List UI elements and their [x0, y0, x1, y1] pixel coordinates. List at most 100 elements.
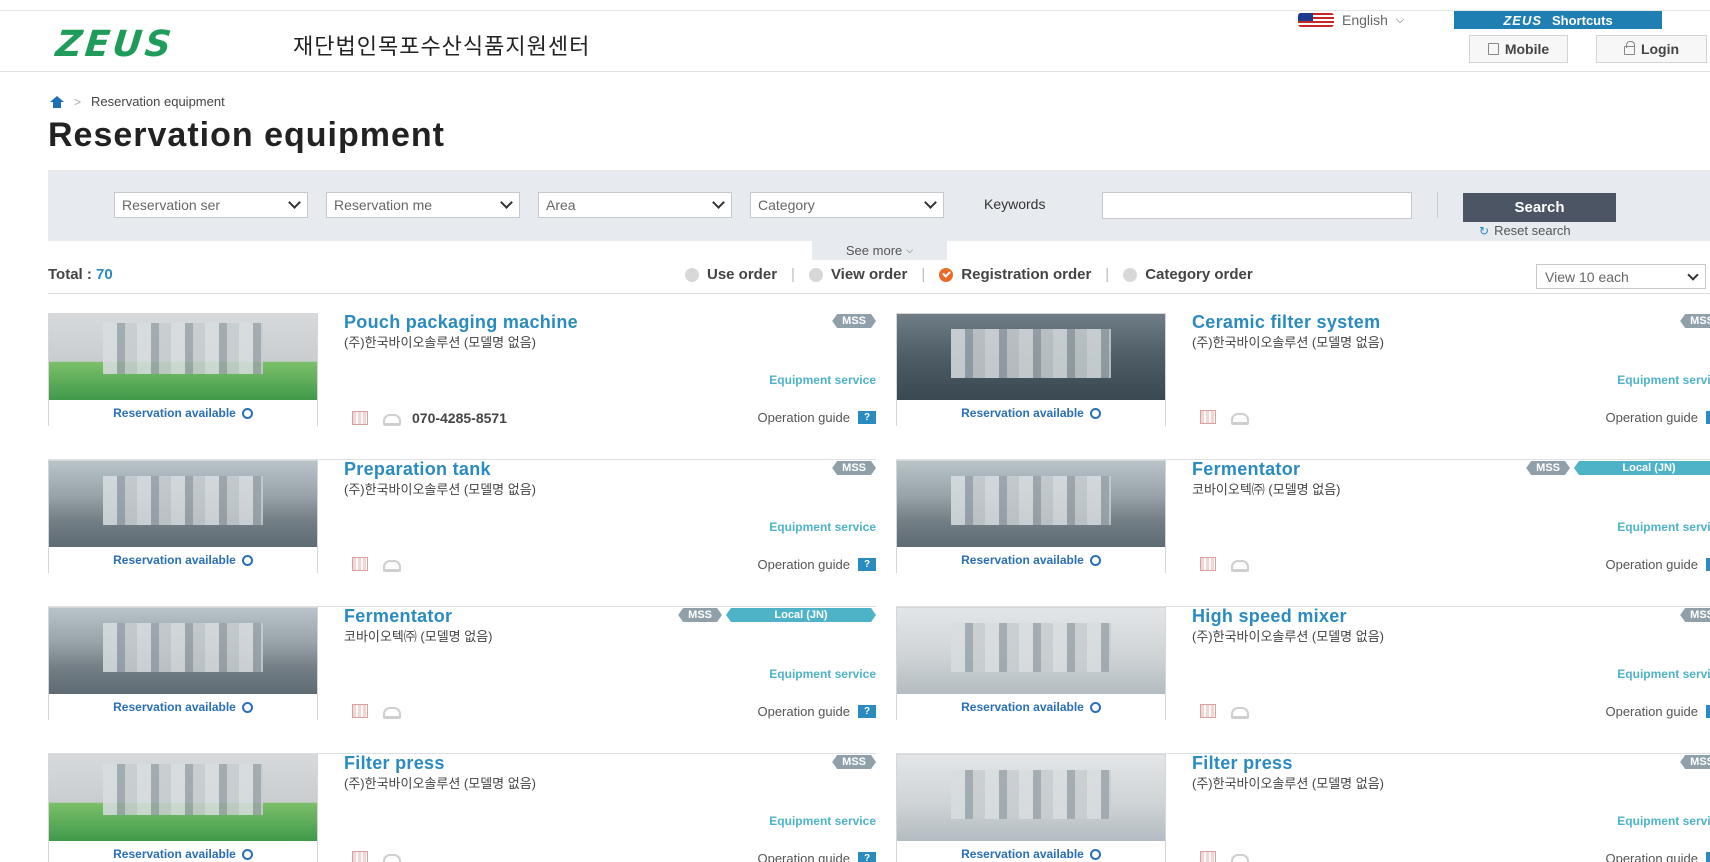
chevron-down-icon	[1687, 268, 1699, 281]
reset-search-link[interactable]: ↻ Reset search	[1479, 223, 1571, 238]
equipment-thumbnail[interactable]: Reservation available	[896, 607, 1166, 720]
available-circle-icon	[1089, 848, 1101, 860]
calendar-icon[interactable]	[352, 704, 368, 718]
equipment-photo[interactable]	[897, 461, 1165, 547]
equipment-title[interactable]: High speed mixer	[1192, 606, 1347, 627]
equipment-card[interactable]: Reservation available Fermentator 코바이오텍㈜ (…	[896, 459, 1710, 607]
equipment-thumbnail[interactable]: Reservation available	[896, 460, 1166, 573]
equipment-photo[interactable]	[897, 314, 1165, 400]
service-type: Equipment service	[769, 814, 876, 828]
calendar-icon[interactable]	[1200, 704, 1216, 718]
available-circle-icon	[241, 554, 253, 566]
zeus-shortcuts-button[interactable]: ZEUS Shortcuts	[1454, 11, 1662, 29]
reservation-status: Reservation available	[897, 841, 1165, 862]
search-button[interactable]: Search	[1463, 193, 1616, 222]
sort-category-order[interactable]: Category order	[1123, 266, 1253, 283]
equipment-card[interactable]: Reservation available Filter press (주)한국바이…	[896, 753, 1710, 862]
see-more-toggle[interactable]: See more ⌵	[812, 240, 947, 260]
equipment-maker: (주)한국바이오솔루션 (모델명 없음)	[344, 776, 536, 791]
equipment-photo[interactable]	[49, 608, 317, 694]
help-icon: ?	[858, 558, 876, 571]
operation-guide-link[interactable]: Operation guide?	[757, 704, 876, 719]
equipment-card[interactable]: Reservation available Fermentator 코바이오텍㈜ (…	[48, 606, 876, 754]
equipment-card[interactable]: Reservation available Ceramic filter syst…	[896, 312, 1710, 460]
mss-badge: MSS	[1680, 755, 1710, 769]
operation-guide-link[interactable]: Operation guide?	[1605, 410, 1710, 425]
home-icon[interactable]	[50, 95, 64, 108]
per-page-select[interactable]: View 10 each	[1536, 264, 1706, 289]
card-icons	[352, 704, 401, 719]
reservation-status: Reservation available	[897, 400, 1165, 426]
equipment-card[interactable]: Reservation available High speed mixer (주)…	[896, 606, 1710, 754]
equipment-title[interactable]: Ceramic filter system	[1192, 312, 1380, 333]
category-select[interactable]: Category	[750, 192, 944, 218]
operation-guide-link[interactable]: Operation guide?	[757, 851, 876, 862]
breadcrumb-current[interactable]: Reservation equipment	[91, 94, 225, 109]
equipment-photo[interactable]	[897, 608, 1165, 694]
equipment-photo[interactable]	[49, 755, 317, 841]
equipment-title[interactable]: Filter press	[344, 753, 445, 774]
equipment-thumbnail[interactable]: Reservation available	[48, 754, 318, 862]
equipment-thumbnail[interactable]: Reservation available	[48, 313, 318, 426]
chevron-down-icon: ⌵	[906, 244, 914, 255]
sort-view-order[interactable]: View order	[808, 266, 907, 283]
card-icons	[1200, 704, 1249, 719]
calendar-icon[interactable]	[1200, 851, 1216, 862]
sort-options: Use order | View order | Registration or…	[685, 266, 1253, 283]
language-label: English	[1342, 12, 1388, 28]
reservation-status: Reservation available	[49, 694, 317, 720]
equipment-thumbnail[interactable]: Reservation available	[896, 754, 1166, 862]
equipment-badges: MSS	[1680, 608, 1710, 622]
equipment-photo[interactable]	[897, 755, 1165, 841]
equipment-card[interactable]: Reservation available Pouch packaging mac…	[48, 312, 876, 460]
equipment-thumbnail[interactable]: Reservation available	[896, 313, 1166, 426]
operation-guide-label: Operation guide	[1605, 410, 1698, 425]
equipment-title[interactable]: Fermentator	[344, 606, 452, 627]
local-badge: Local (JN)	[1574, 461, 1710, 475]
equipment-title[interactable]: Pouch packaging machine	[344, 312, 578, 333]
calendar-icon[interactable]	[352, 557, 368, 571]
service-type: Equipment service	[769, 373, 876, 387]
reservation-status-label: Reservation available	[961, 553, 1084, 567]
reservation-service-select[interactable]: Reservation ser	[114, 192, 308, 218]
equipment-title[interactable]: Preparation tank	[344, 459, 491, 480]
operation-guide-link[interactable]: Operation guide?	[1605, 704, 1710, 719]
equipment-maker: (주)한국바이오솔루션 (모델명 없음)	[1192, 776, 1384, 791]
language-selector[interactable]: English ⌵	[1298, 12, 1404, 28]
keywords-input[interactable]	[1102, 192, 1412, 219]
equipment-photo[interactable]	[49, 314, 317, 400]
card-icons	[1200, 557, 1249, 572]
sort-use-order[interactable]: Use order	[685, 266, 777, 283]
operation-guide-link[interactable]: Operation guide?	[757, 557, 876, 572]
area-select[interactable]: Area	[538, 192, 732, 218]
site-name: 재단법인목포수산식품지원센터	[293, 34, 591, 59]
zeus-logo[interactable]: ZEUS	[54, 24, 176, 65]
equipment-photo[interactable]	[49, 461, 317, 547]
reservation-status: Reservation available	[897, 694, 1165, 720]
total-count: Total : 70	[48, 266, 113, 283]
login-button[interactable]: Login	[1596, 35, 1707, 63]
help-icon: ?	[1706, 558, 1710, 571]
equipment-thumbnail[interactable]: Reservation available	[48, 607, 318, 720]
available-circle-icon	[241, 407, 253, 419]
help-icon: ?	[858, 411, 876, 424]
calendar-icon[interactable]	[352, 851, 368, 862]
equipment-title[interactable]: Filter press	[1192, 753, 1293, 774]
operation-guide-link[interactable]: Operation guide?	[1605, 557, 1710, 572]
operation-guide-link[interactable]: Operation guide?	[757, 410, 876, 425]
login-label: Login	[1640, 41, 1680, 57]
operation-guide-link[interactable]: Operation guide?	[1605, 851, 1710, 862]
equipment-thumbnail[interactable]: Reservation available	[48, 460, 318, 573]
equipment-card[interactable]: Reservation available Preparation tank (주)…	[48, 459, 876, 607]
reservation-method-select[interactable]: Reservation me	[326, 192, 520, 218]
equipment-card[interactable]: Reservation available Filter press (주)한국바이…	[48, 753, 876, 862]
sort-registration-order[interactable]: Registration order	[939, 266, 1091, 283]
calendar-icon[interactable]	[352, 411, 368, 425]
phone-icon	[1230, 851, 1249, 862]
filter-divider	[1437, 192, 1438, 218]
calendar-icon[interactable]	[1200, 557, 1216, 571]
mobile-button[interactable]: Mobile	[1469, 35, 1568, 63]
calendar-icon[interactable]	[1200, 410, 1216, 424]
service-type: Equipment service	[1617, 814, 1710, 828]
equipment-title[interactable]: Fermentator	[1192, 459, 1300, 480]
